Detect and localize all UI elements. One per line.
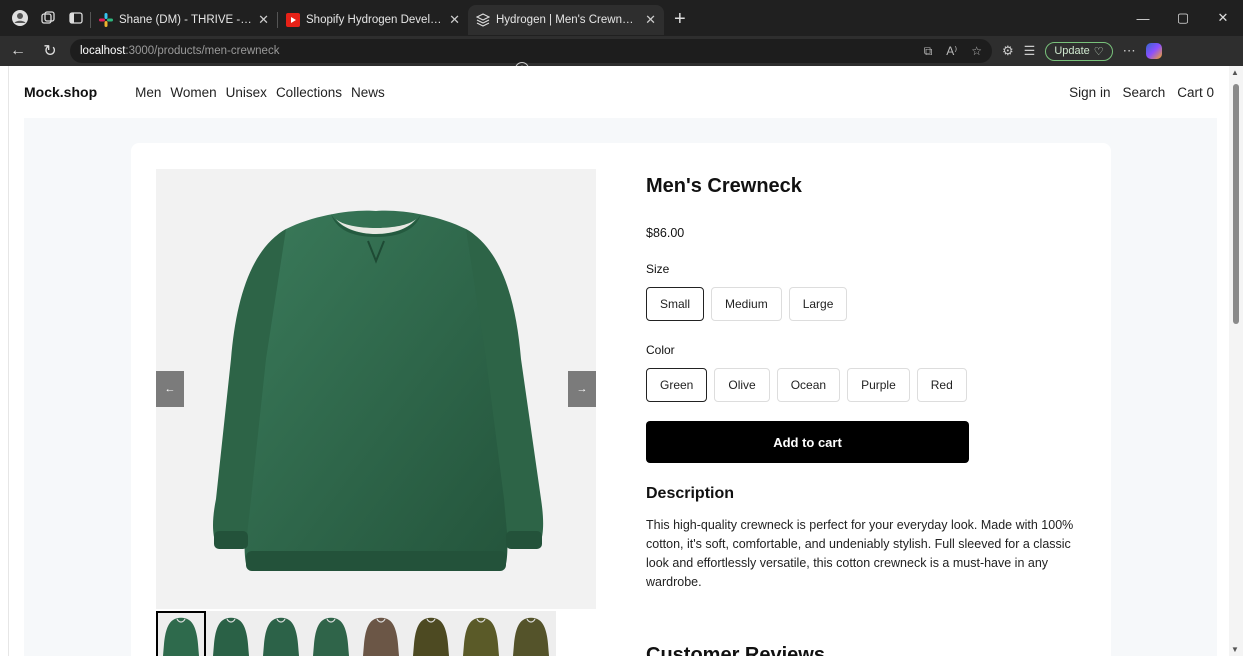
close-tab-icon[interactable]: ✕: [645, 12, 656, 28]
scroll-down-icon[interactable]: ▼: [1231, 645, 1239, 654]
back-icon[interactable]: ←: [4, 38, 32, 64]
sign-in-link[interactable]: Sign in: [1069, 85, 1110, 100]
header-actions: Sign in Search Cart 0: [1069, 85, 1214, 100]
color-option-ocean[interactable]: Ocean: [776, 368, 841, 402]
nav-news[interactable]: News: [351, 85, 385, 100]
workspaces-icon[interactable]: [34, 4, 62, 32]
thumbnail-6[interactable]: [406, 611, 456, 656]
nav-unisex[interactable]: Unisex: [226, 85, 267, 100]
product-description: This high-quality crewneck is perfect fo…: [646, 518, 1074, 589]
thumbnail-8[interactable]: [506, 611, 556, 656]
browser-tab-bar: Shane (DM) - THRIVE - Slack ✕ Shopify Hy…: [0, 0, 1243, 36]
add-to-cart-button[interactable]: Add to cart: [646, 421, 969, 463]
thumbnail-2[interactable]: [206, 611, 256, 656]
site-logo[interactable]: Mock.shop: [24, 84, 97, 100]
page-viewport: Mock.shop Men Women Unisex Collections N…: [9, 66, 1229, 656]
thumbnail-3[interactable]: [256, 611, 306, 656]
window-controls: — ▢ ✕: [1123, 0, 1243, 36]
thumbnail-image: [163, 617, 199, 656]
prev-image-button[interactable]: ←: [156, 371, 184, 407]
thumbnail-image: [413, 617, 449, 656]
color-option-red[interactable]: Red: [916, 368, 967, 402]
page-scrollbar[interactable]: ▲ ▼: [1229, 66, 1243, 656]
size-option-medium[interactable]: Medium: [711, 287, 782, 321]
open-app-icon[interactable]: ⧉: [924, 44, 933, 59]
url-field[interactable]: i localhost :3000/products/men-crewneck …: [70, 39, 992, 76]
color-option-olive[interactable]: Olive: [714, 368, 770, 402]
extensions-icon[interactable]: ⚙: [1002, 43, 1014, 59]
url-path: :3000/products/men-crewneck: [125, 45, 280, 57]
close-tab-icon[interactable]: ✕: [449, 12, 460, 28]
product-price: $86.00: [646, 226, 685, 240]
more-menu-icon[interactable]: ⋯: [1123, 43, 1136, 59]
read-aloud-icon[interactable]: A⁾: [946, 44, 957, 59]
update-label: Update: [1054, 45, 1090, 57]
scroll-up-icon[interactable]: ▲: [1231, 68, 1239, 77]
thumbnail-strip: [156, 611, 556, 656]
color-option-green[interactable]: Green: [646, 368, 708, 402]
url-host: localhost: [80, 45, 126, 57]
thumbnail-image: [263, 617, 299, 656]
main-nav: Men Women Unisex Collections News: [135, 85, 385, 100]
window-left-edge: [0, 66, 9, 656]
slack-icon: [99, 13, 113, 27]
product-info: Men's Crewneck $86.00 Size Small Medium …: [646, 169, 1086, 656]
thumbnail-image: [313, 617, 349, 656]
copilot-icon[interactable]: [1145, 43, 1162, 59]
thumbnail-image: [513, 617, 549, 656]
nav-men[interactable]: Men: [135, 85, 161, 100]
nav-collections[interactable]: Collections: [276, 85, 342, 100]
vertical-tabs-icon[interactable]: [62, 4, 90, 32]
toolbar-right: ⚙ ☰ Update ♡ ⋯: [1002, 41, 1162, 61]
restore-icon[interactable]: ▢: [1163, 0, 1203, 36]
address-bar: ← ↻ i localhost :3000/products/men-crewn…: [0, 36, 1243, 76]
profile-icon[interactable]: [6, 4, 34, 32]
tab-title: Hydrogen | Men's Crewneck: [496, 14, 640, 26]
search-link[interactable]: Search: [1122, 85, 1165, 100]
minimize-icon[interactable]: —: [1123, 0, 1163, 36]
thumbnail-1[interactable]: [156, 611, 206, 656]
nav-women[interactable]: Women: [170, 85, 216, 100]
thumbnail-image: [213, 617, 249, 656]
size-options: Small Medium Large: [646, 287, 1086, 321]
tab-youtube[interactable]: Shopify Hydrogen Developer Ass ✕: [278, 5, 468, 35]
thumbnail-5[interactable]: [356, 611, 406, 656]
youtube-icon: [286, 13, 300, 27]
heart-rate-icon: ♡: [1093, 45, 1104, 58]
url-actions: ⧉ A⁾ ☆: [924, 44, 982, 59]
thumbnail-image: [363, 617, 399, 656]
close-tab-icon[interactable]: ✕: [258, 12, 269, 28]
product-card: ← → Men's Crewneck $86.00 Size Small Med…: [131, 143, 1111, 656]
site-header: Mock.shop Men Women Unisex Collections N…: [9, 66, 1229, 118]
update-button[interactable]: Update ♡: [1045, 41, 1113, 61]
reviews-heading: Customer Reviews: [646, 644, 825, 656]
close-window-icon[interactable]: ✕: [1203, 0, 1243, 36]
color-options: Green Olive Ocean Purple Red: [646, 368, 1086, 402]
tab-hydrogen[interactable]: Hydrogen | Men's Crewneck ✕: [468, 5, 664, 35]
product-title: Men's Crewneck: [646, 175, 802, 197]
thumbnail-4[interactable]: [306, 611, 356, 656]
new-tab-icon[interactable]: +: [664, 8, 696, 31]
color-label: Color: [646, 343, 675, 357]
size-label: Size: [646, 262, 670, 276]
tab-title: Shane (DM) - THRIVE - Slack: [119, 14, 252, 26]
product-image: [213, 210, 544, 571]
size-option-large[interactable]: Large: [788, 287, 848, 321]
hydrogen-icon: [475, 13, 491, 27]
color-option-purple[interactable]: Purple: [847, 368, 910, 402]
tab-title: Shopify Hydrogen Developer Ass: [306, 14, 443, 26]
thumbnail-image: [463, 617, 499, 656]
cart-link[interactable]: Cart 0: [1177, 85, 1214, 100]
tab-slack[interactable]: Shane (DM) - THRIVE - Slack ✕: [91, 5, 277, 35]
size-option-small[interactable]: Small: [646, 287, 705, 321]
favorites-icon[interactable]: ☰: [1024, 43, 1036, 59]
product-gallery: ← →: [156, 169, 596, 609]
favorite-star-icon[interactable]: ☆: [971, 44, 982, 59]
thumbnail-7[interactable]: [456, 611, 506, 656]
next-image-button[interactable]: →: [568, 371, 596, 407]
scrollbar-thumb[interactable]: [1233, 84, 1239, 324]
description-heading: Description: [646, 485, 735, 502]
refresh-icon[interactable]: ↻: [36, 38, 64, 64]
